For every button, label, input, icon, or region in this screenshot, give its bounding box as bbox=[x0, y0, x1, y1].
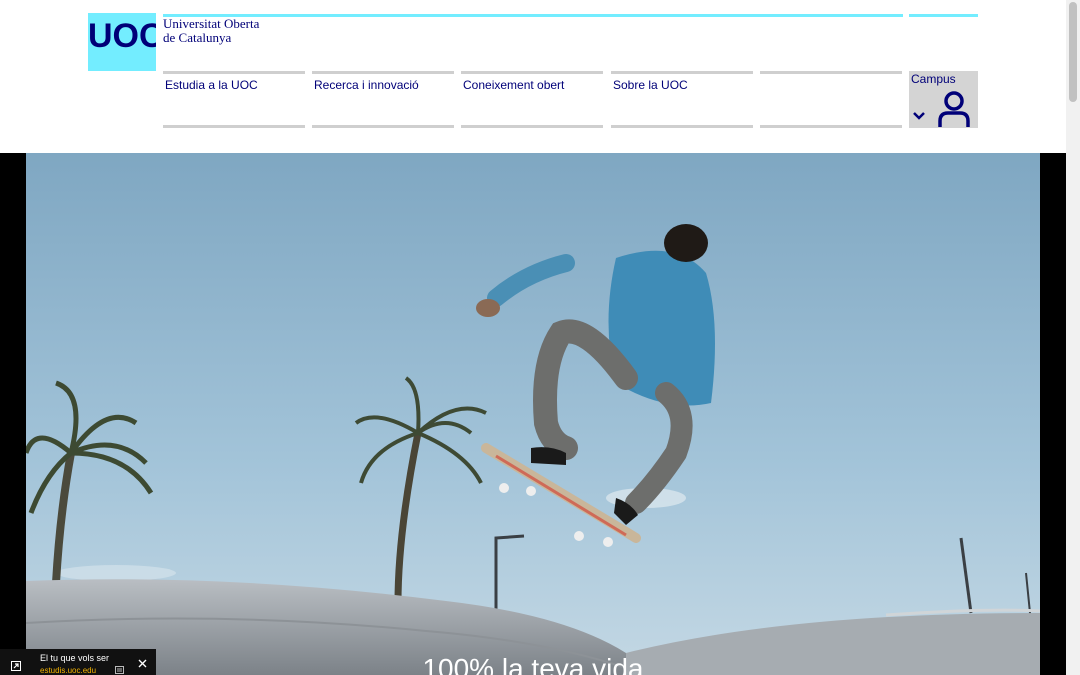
svg-text:UOC: UOC bbox=[88, 17, 156, 55]
nav-item-estudia[interactable]: Estudia a la UOC bbox=[163, 71, 305, 128]
tab-preview-popup[interactable]: El tu que vols ser estudis.uoc.edu bbox=[0, 649, 156, 675]
scrollbar[interactable] bbox=[1066, 0, 1080, 675]
brand-name[interactable]: Universitat Oberta de Catalunya bbox=[163, 17, 303, 45]
nav-item-label: Estudia a la UOC bbox=[165, 78, 258, 92]
nav-item-sobre[interactable]: Sobre la UOC bbox=[611, 71, 753, 128]
uoc-logo[interactable]: UOC bbox=[88, 13, 156, 71]
campus-label: Campus bbox=[911, 72, 956, 86]
nav-item-empty[interactable] bbox=[760, 71, 902, 128]
nav-item-label: Recerca i innovació bbox=[314, 78, 419, 92]
site-header: UOC Universitat Oberta de Catalunya Estu… bbox=[0, 0, 1066, 153]
popup-title: El tu que vols ser bbox=[40, 653, 110, 663]
open-window-icon[interactable] bbox=[115, 666, 124, 674]
hero-image: 100% la teva vida bbox=[26, 153, 1040, 675]
top-accent-line-right bbox=[909, 14, 978, 17]
scrollbar-thumb[interactable] bbox=[1069, 2, 1077, 102]
popup-url[interactable]: estudis.uoc.edu bbox=[40, 666, 96, 675]
close-icon[interactable] bbox=[138, 659, 147, 668]
nav-item-label: Sobre la UOC bbox=[613, 78, 688, 92]
skateboarder-photo bbox=[26, 153, 1040, 675]
hero-caption: 100% la teva vida bbox=[422, 653, 644, 675]
nav-item-coneixement[interactable]: Coneixement obert bbox=[461, 71, 603, 128]
user-icon bbox=[938, 91, 970, 127]
brand-name-line2: de Catalunya bbox=[163, 30, 232, 45]
campus-button[interactable]: Campus bbox=[909, 71, 978, 128]
nav-item-recerca[interactable]: Recerca i innovació bbox=[312, 71, 454, 128]
hero-video[interactable]: 100% la teva vida bbox=[0, 153, 1066, 675]
external-link-icon bbox=[11, 661, 21, 671]
chevron-down-icon bbox=[913, 112, 925, 120]
nav-item-label: Coneixement obert bbox=[463, 78, 565, 92]
brand-name-line1: Universitat Oberta bbox=[163, 16, 260, 31]
